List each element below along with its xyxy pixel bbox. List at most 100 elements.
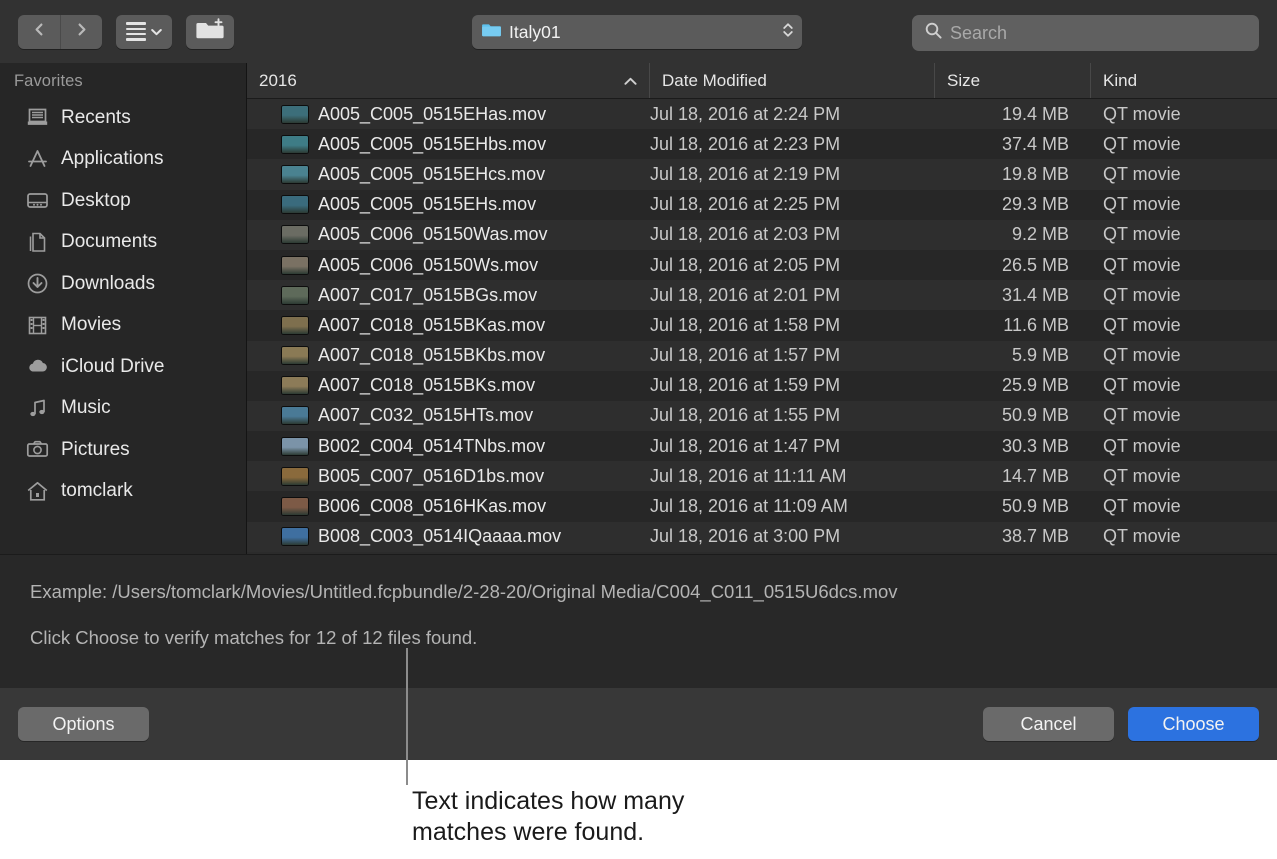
file-date-cell: Jul 18, 2016 at 2:01 PM: [650, 285, 935, 306]
search-input[interactable]: [950, 23, 1249, 44]
path-popup-button[interactable]: Italy01: [472, 15, 802, 49]
recents-icon: [26, 106, 49, 129]
column-header-name[interactable]: 2016: [247, 63, 650, 98]
search-icon: [922, 22, 950, 44]
new-folder-button[interactable]: [186, 15, 234, 49]
file-name-cell: B008_C003_0514IQaaaa.mov: [247, 526, 650, 547]
table-row[interactable]: A005_C005_0515EHs.movJul 18, 2016 at 2:2…: [247, 190, 1277, 220]
file-rows-container[interactable]: A005_C005_0515EHas.mov Jul 18, 2016 at 2:…: [247, 99, 1277, 554]
search-field[interactable]: [912, 15, 1259, 51]
sidebar-item-label: Music: [61, 397, 111, 419]
sidebar-item-label: Pictures: [61, 439, 130, 461]
file-name-cell: B006_C008_0516HKas.mov: [247, 496, 650, 517]
file-name-label: B002_C004_0514TNbs.mov: [318, 436, 545, 457]
column-header-size[interactable]: Size: [935, 63, 1091, 98]
movie-thumbnail-icon: [282, 317, 308, 334]
file-date-cell: Jul 18, 2016 at 2:25 PM: [650, 194, 935, 215]
sidebar-item-documents[interactable]: Documents: [0, 222, 246, 264]
info-pane: Example: /Users/tomclark/Movies/Untitled…: [0, 554, 1277, 688]
file-kind-cell: QT movie: [1091, 285, 1277, 306]
file-name-cell: A007_C017_0515BGs.mov: [247, 285, 650, 306]
sidebar-item-recents[interactable]: Recents: [0, 97, 246, 139]
column-header-kind-label: Kind: [1103, 71, 1137, 91]
file-kind-cell: QT movie: [1091, 194, 1277, 215]
table-row[interactable]: B006_C008_0516HKas.movJul 18, 2016 at 11…: [247, 491, 1277, 521]
movie-thumbnail-icon: [282, 528, 308, 545]
up-down-arrows-icon: [782, 20, 794, 45]
table-row[interactable]: A007_C018_0515BKas.mov Jul 18, 2016 at 1:…: [247, 310, 1277, 340]
sidebar-item-downloads[interactable]: Downloads: [0, 263, 246, 305]
movie-thumbnail-icon: [282, 287, 308, 304]
file-name-label: A007_C017_0515BGs.mov: [318, 285, 537, 306]
chevron-left-icon: [33, 23, 46, 41]
movie-thumbnail-icon: [282, 377, 308, 394]
file-size-cell: 50.9 MB: [935, 405, 1091, 426]
sidebar-item-pictures[interactable]: Pictures: [0, 429, 246, 471]
sidebar-item-icloud-drive[interactable]: iCloud Drive: [0, 346, 246, 388]
file-date-cell: Jul 18, 2016 at 3:00 PM: [650, 526, 935, 547]
movie-thumbnail-icon: [282, 166, 308, 183]
downloads-icon: [26, 272, 49, 295]
file-kind-cell: QT movie: [1091, 375, 1277, 396]
file-date-cell: Jul 18, 2016 at 2:19 PM: [650, 164, 935, 185]
table-row[interactable]: B005_C007_0516D1bs.movJul 18, 2016 at 11…: [247, 461, 1277, 491]
table-row[interactable]: B002_C004_0514TNbs.movJul 18, 2016 at 1:…: [247, 431, 1277, 461]
sidebar-item-desktop[interactable]: Desktop: [0, 180, 246, 222]
table-row[interactable]: B008_C003_0514IQaaaa.movJul 18, 2016 at …: [247, 522, 1277, 552]
dialog-footer: Options Cancel Choose: [0, 688, 1277, 760]
sidebar-item-music[interactable]: Music: [0, 388, 246, 430]
file-kind-cell: QT movie: [1091, 436, 1277, 457]
movie-thumbnail-icon: [282, 196, 308, 213]
favorites-sidebar: Favorites Recents Applications: [0, 63, 247, 554]
sidebar-item-label: Movies: [61, 314, 121, 336]
sidebar-item-movies[interactable]: Movies: [0, 305, 246, 347]
sidebar-item-label: iCloud Drive: [61, 356, 164, 378]
forward-button[interactable]: [60, 15, 102, 49]
file-name-cell: A007_C018_0515BKas.mov: [247, 315, 650, 336]
file-size-cell: 11.6 MB: [935, 315, 1091, 336]
file-date-cell: Jul 18, 2016 at 2:23 PM: [650, 134, 935, 155]
sidebar-item-tomclark[interactable]: tomclark: [0, 471, 246, 513]
table-row[interactable]: A007_C018_0515BKs.movJul 18, 2016 at 1:5…: [247, 371, 1277, 401]
match-status-text: Click Choose to verify matches for 12 of…: [30, 627, 1277, 649]
sidebar-item-label: tomclark: [61, 480, 133, 502]
table-row[interactable]: A005_C006_05150Was.movJul 18, 2016 at 2:…: [247, 220, 1277, 250]
column-header-date-modified[interactable]: Date Modified: [650, 63, 935, 98]
chevron-right-icon: [75, 23, 88, 41]
table-row[interactable]: A005_C005_0515EHbs.movJul 18, 2016 at 2:…: [247, 129, 1277, 159]
dialog-body: Favorites Recents Applications: [0, 63, 1277, 554]
cancel-button[interactable]: Cancel: [983, 707, 1114, 741]
view-options-button[interactable]: [116, 15, 172, 49]
file-size-cell: 14.7 MB: [935, 466, 1091, 487]
movie-thumbnail-icon: [282, 257, 308, 274]
table-row[interactable]: A007_C017_0515BGs.mov Jul 18, 2016 at 2:0…: [247, 280, 1277, 310]
file-name-label: A007_C018_0515BKas.mov: [318, 315, 545, 336]
movies-icon: [26, 314, 49, 337]
options-button[interactable]: Options: [18, 707, 149, 741]
table-row[interactable]: A007_C032_0515HTs.movJul 18, 2016 at 1:5…: [247, 401, 1277, 431]
sidebar-item-applications[interactable]: Applications: [0, 139, 246, 181]
file-name-cell: A005_C005_0515EHs.mov: [247, 194, 650, 215]
table-row[interactable]: A005_C005_0515EHcs.movJul 18, 2016 at 2:…: [247, 159, 1277, 189]
column-header-kind[interactable]: Kind: [1091, 63, 1277, 98]
new-folder-icon: [196, 18, 224, 45]
file-date-cell: Jul 18, 2016 at 2:03 PM: [650, 224, 935, 245]
sidebar-item-label: Documents: [61, 231, 157, 253]
table-row[interactable]: A007_C018_0515BKbs.movJul 18, 2016 at 1:…: [247, 341, 1277, 371]
file-name-label: A007_C032_0515HTs.mov: [318, 405, 533, 426]
file-name-cell: A005_C005_0515EHbs.mov: [247, 134, 650, 155]
file-size-cell: 38.7 MB: [935, 526, 1091, 547]
choose-button[interactable]: Choose: [1128, 707, 1259, 741]
sidebar-item-label: Applications: [61, 148, 163, 170]
back-button[interactable]: [18, 15, 60, 49]
file-kind-cell: QT movie: [1091, 496, 1277, 517]
file-name-label: A005_C005_0515EHas.mov: [318, 104, 546, 125]
screenshot-root: Italy01 Favorites: [0, 0, 1277, 859]
table-row[interactable]: A005_C005_0515EHas.movJul 18, 2016 at 2:…: [247, 99, 1277, 129]
file-name-cell: B005_C007_0516D1bs.mov: [247, 466, 650, 487]
file-date-cell: Jul 18, 2016 at 11:11 AM: [650, 466, 935, 487]
file-date-cell: Jul 18, 2016 at 1:58 PM: [650, 315, 935, 336]
table-row[interactable]: A005_C006_05150Ws.movJul 18, 2016 at 2:0…: [247, 250, 1277, 280]
documents-icon: [26, 231, 49, 254]
file-size-cell: 19.4 MB: [935, 104, 1091, 125]
